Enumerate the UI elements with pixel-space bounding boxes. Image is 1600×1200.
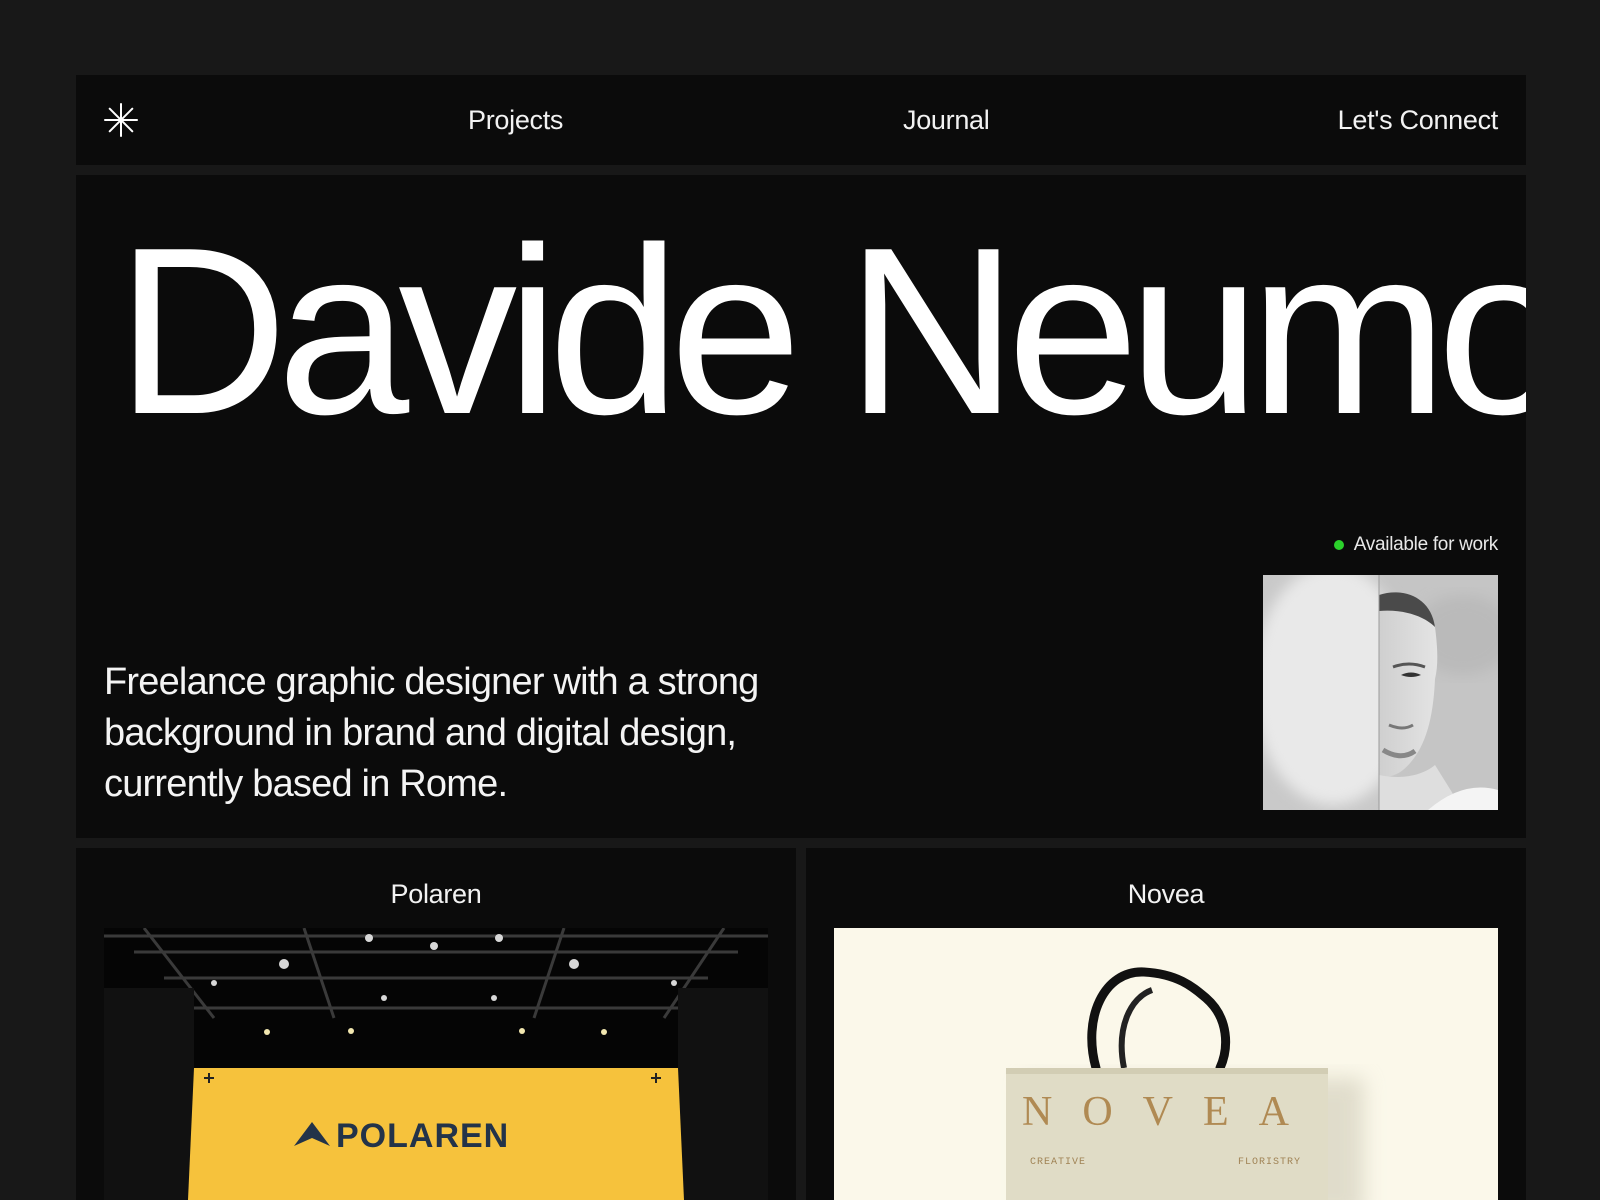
- project-image-polaren[interactable]: POLAREN: [104, 928, 768, 1200]
- project-card-novea[interactable]: Novea NOVEA CREATIVE FLORISTRY: [806, 848, 1526, 1200]
- project-card-polaren[interactable]: Polaren POLAREN: [76, 848, 796, 1200]
- status-dot-icon: [1333, 540, 1344, 550]
- novea-bag-illustration: NOVEA CREATIVE FLORISTRY: [834, 928, 1498, 1200]
- nav-link-projects[interactable]: Projects: [468, 102, 563, 138]
- novea-logo-text: NOVEA: [1022, 1089, 1319, 1135]
- project-image-novea[interactable]: NOVEA CREATIVE FLORISTRY: [834, 928, 1498, 1200]
- svg-text:FLORISTRY: FLORISTRY: [1238, 1157, 1301, 1168]
- polaren-stage-illustration: POLAREN: [104, 928, 768, 1200]
- availability-badge: Available for work: [1333, 533, 1499, 557]
- project-title[interactable]: Polaren: [76, 876, 796, 912]
- top-nav: Projects Journal Let's Connect: [76, 75, 1526, 165]
- asterisk-logo-icon[interactable]: [103, 102, 139, 138]
- svg-text:CREATIVE: CREATIVE: [1030, 1157, 1086, 1168]
- nav-link-connect[interactable]: Let's Connect: [1338, 102, 1499, 138]
- hero-bio: Freelance graphic designer with a strong…: [104, 661, 759, 805]
- project-title[interactable]: Novea: [806, 876, 1526, 912]
- polaren-logo-text: POLAREN: [336, 1117, 509, 1155]
- nav-link-journal[interactable]: Journal: [903, 102, 990, 138]
- availability-label: Available for work: [1353, 534, 1499, 555]
- portrait-illustration: [1263, 575, 1498, 810]
- hero-name: Davide Neumo: [116, 199, 1526, 464]
- hero-section: Davide Neumo Available for work Freelanc…: [76, 175, 1526, 838]
- portrait-photo: [1263, 575, 1498, 810]
